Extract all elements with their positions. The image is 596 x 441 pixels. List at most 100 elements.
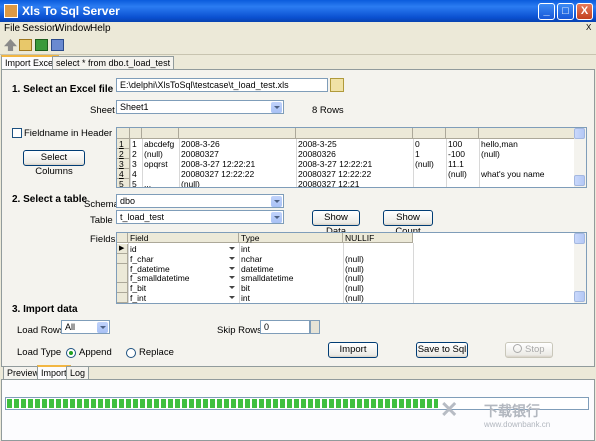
excel-cell[interactable]: 2 [132,150,141,159]
grid-col-header[interactable] [142,128,179,139]
field-nullif-cell[interactable]: (null) [345,265,411,274]
fields-grid[interactable]: Field Type NULLIF ▶ id int f_char nchar (null… [116,232,587,304]
chevron-down-icon[interactable] [229,256,235,260]
sql-icon[interactable] [51,39,64,51]
minimize-button[interactable]: _ [538,3,555,20]
menu-help[interactable]: Help [90,23,111,34]
excel-row-number[interactable]: 5 [117,179,130,187]
append-radio[interactable] [66,348,76,358]
row-indicator[interactable] [117,283,128,294]
excel-cell[interactable]: (null) [481,150,574,159]
scroll-down-icon[interactable] [574,175,585,186]
chevron-down-icon[interactable] [229,276,235,280]
excel-cell[interactable]: 2008-3-27 12:22:21 [181,160,295,169]
excel-cell[interactable]: 20080327 12:21 [298,180,412,187]
menu-session[interactable]: Session [22,23,58,34]
stop-button[interactable]: Stop [505,342,553,358]
excel-cell[interactable]: 20080327 [181,150,295,159]
excel-cell[interactable]: abcdefg [144,140,178,149]
mdi-close-button[interactable]: X [586,23,591,32]
excel-cell[interactable]: 4 [132,170,141,179]
excel-row-number[interactable]: 2 [117,149,130,159]
field-nullif-cell[interactable]: (null) [345,255,411,264]
excel-file-path-input[interactable]: E:\delphi\XlsToSql\testcase\t_load_test.… [116,78,328,92]
field-type-cell[interactable]: nchar [241,255,341,264]
excel-cell[interactable]: hello,man [481,140,574,149]
field-name-cell[interactable]: f_smalldatetime [130,274,228,283]
field-type-cell[interactable]: int [241,245,341,254]
field-name-cell[interactable]: id [130,245,228,254]
menu-window[interactable]: Window [55,23,91,34]
excel-cell[interactable]: (null) [415,160,445,169]
row-indicator[interactable] [117,273,128,284]
import-button[interactable]: Import [328,342,378,358]
excel-cell[interactable]: 1 [132,140,141,149]
field-type-cell[interactable]: int [241,294,341,303]
excel-row-number[interactable]: 4 [117,169,130,179]
scroll-down-icon[interactable] [574,291,585,302]
save-to-sql-button[interactable]: Save to Sql [416,342,468,358]
field-col-header[interactable]: Field [128,233,239,243]
excel-cell[interactable]: (null) [144,150,178,159]
excel-cell[interactable]: -100 [448,150,478,159]
excel-cell[interactable]: 11.1 [448,160,478,169]
excel-icon[interactable] [35,39,48,51]
chevron-down-icon[interactable] [229,247,235,250]
tab-log[interactable]: Log [66,366,90,379]
up-arrow-icon[interactable] [4,39,17,51]
field-type-cell[interactable]: bit [241,284,341,293]
show-count-button[interactable]: Show Count [383,210,433,237]
tab-select-query[interactable]: select * from dbo.t_load_test [52,56,175,70]
excel-cell[interactable]: 1 [415,150,445,159]
excel-cell[interactable]: 2008-3-27 12:22:21 [298,160,412,169]
nullif-col-header[interactable]: NULLIF [343,233,413,243]
excel-grid-scrollbar[interactable] [574,128,586,187]
field-name-cell[interactable]: f_bit [130,284,228,293]
replace-radio[interactable] [126,348,136,358]
fields-grid-scrollbar[interactable] [574,233,586,303]
table-select[interactable]: t_load_test [116,210,284,224]
menu-file[interactable]: File [4,23,20,34]
field-nullif-cell[interactable]: (null) [345,284,411,293]
current-row-indicator-icon[interactable]: ▶ [117,244,128,254]
excel-cell[interactable]: 3 [132,160,141,169]
excel-cell[interactable]: (null) [448,170,478,179]
sheet-select[interactable]: Sheet1 [116,100,284,114]
excel-row-number[interactable]: 3 [117,159,130,169]
excel-cell[interactable]: 20080327 12:22:22 [298,170,412,179]
schema-select[interactable]: dbo [116,194,284,208]
field-type-cell[interactable]: datetime [241,265,341,274]
field-nullif-cell[interactable]: (null) [345,294,411,303]
load-rows-select[interactable]: All [61,320,110,334]
type-col-header[interactable]: Type [239,233,343,243]
excel-preview-grid[interactable]: 1 1 abcdefg 2008-3-26 2008-3-25 0 100 hello,man… [116,127,587,188]
excel-cell[interactable]: 20080327 12:22:22 [181,170,295,179]
grid-col-header[interactable] [296,128,413,139]
excel-cell[interactable]: 2008-3-25 [298,140,412,149]
maximize-button[interactable]: □ [557,3,574,20]
excel-cell[interactable]: ... [144,180,178,187]
excel-cell[interactable]: opqrst [144,160,178,169]
row-indicator[interactable] [117,263,128,274]
field-name-cell[interactable]: f_char [130,255,228,264]
field-nullif-cell[interactable]: (null) [345,274,411,283]
row-indicator[interactable] [117,253,128,264]
grid-col-header[interactable] [479,128,575,139]
skip-rows-stepper[interactable] [310,320,320,334]
grid-col-header[interactable] [446,128,479,139]
close-button[interactable]: X [576,3,593,20]
open-folder-icon[interactable] [19,39,32,51]
show-data-button[interactable]: Show Data [312,210,360,237]
grid-col-header[interactable] [179,128,296,139]
grid-col-header[interactable] [413,128,446,139]
grid-col-header[interactable] [130,128,142,139]
excel-cell[interactable]: 100 [448,140,478,149]
browse-folder-icon[interactable] [330,78,344,92]
select-columns-button[interactable]: Select Columns [23,150,85,177]
excel-cell[interactable]: 2008-3-26 [181,140,295,149]
field-type-cell[interactable]: smalldatetime [241,274,341,283]
excel-cell[interactable]: (null) [181,180,295,187]
chevron-down-icon[interactable] [229,266,235,270]
excel-cell[interactable]: what's you name [481,170,574,179]
fieldname-header-checkbox[interactable] [12,128,22,138]
